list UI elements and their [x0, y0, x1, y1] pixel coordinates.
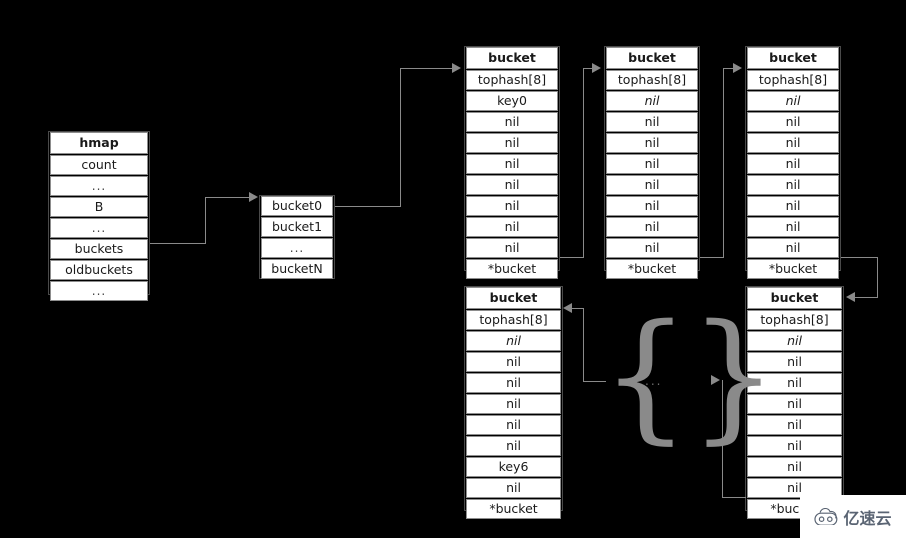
bucket-top-3-header: bucket	[747, 47, 839, 69]
connector-bucket3-to-bottomright-seg2	[877, 257, 878, 298]
bucket-top-2-header: bucket	[606, 47, 698, 69]
bucket-top-1-row-tophash: tophash[8]	[466, 70, 558, 90]
bucket-array-row-bucket0: bucket0	[261, 196, 333, 216]
bucket-array-table: bucket0 bucket1 ... bucketN	[259, 195, 335, 279]
hmap-row-ellipsis-1: ...	[50, 176, 148, 196]
bucket-top-3-row-7: nil	[747, 217, 839, 237]
diagram-canvas: hmap count ... B ... buckets oldbuckets …	[0, 0, 906, 538]
bucket-bottom-left-row-key6: key6	[466, 457, 561, 477]
watermark-text: 亿速云	[843, 508, 892, 528]
arrowhead-array-to-bucket1	[452, 63, 461, 73]
hmap-row-oldbuckets: oldbuckets	[50, 260, 148, 280]
connector-brace-to-bottomleft-seg2	[583, 308, 584, 382]
connector-array-to-bucket1-seg2	[400, 68, 401, 207]
bucket-top-2-row-tophash: tophash[8]	[606, 70, 698, 90]
group-right-brace: }	[689, 295, 779, 458]
bucket-top-3-table: bucket tophash[8] nil nil nil nil nil ni…	[745, 46, 841, 279]
bucket-bottom-left-row-8: nil	[466, 478, 561, 498]
connector-array-to-bucket1-seg1	[335, 206, 401, 207]
connector-bottomright-to-brace-seg1	[722, 497, 746, 498]
bucket-top-2-row-5: nil	[606, 175, 698, 195]
bucket-bottom-left-row-5: nil	[466, 415, 561, 435]
connector-bucket3-to-bottomright-seg1	[841, 257, 878, 258]
bucket-top-1-table: bucket tophash[8] key0 nil nil nil nil n…	[464, 46, 560, 279]
bucket-bottom-left-header: bucket	[466, 287, 561, 309]
cloud-logo-icon	[814, 508, 838, 525]
hmap-struct-table: hmap count ... B ... buckets oldbuckets …	[48, 131, 150, 301]
bucket-bottom-left-row-3: nil	[466, 373, 561, 393]
bucket-top-3-row-6: nil	[747, 196, 839, 216]
bucket-top-1-row-3: nil	[466, 133, 558, 153]
connector-hmap-to-array-seg1	[150, 243, 206, 244]
bucket-top-3-row-3: nil	[747, 133, 839, 153]
bucket-top-2-row-8: nil	[606, 238, 698, 258]
bucket-top-1-row-8: nil	[466, 238, 558, 258]
bucket-top-1-row-overflow: *bucket	[466, 259, 558, 279]
bucket-array-row-bucket1: bucket1	[261, 217, 333, 237]
bucket-bottom-left-row-tophash: tophash[8]	[466, 310, 561, 330]
bucket-bottom-left-row-overflow: *bucket	[466, 499, 561, 519]
bucket-bottom-left-row-1: nil	[466, 331, 561, 351]
bucket-bottom-right-row-7: nil	[747, 457, 842, 477]
connector-bucket2-to-bucket3-seg2	[723, 68, 724, 258]
arrowhead-brace-to-bottomleft	[563, 303, 572, 313]
bucket-top-1-header: bucket	[466, 47, 558, 69]
bucket-top-3-row-5: nil	[747, 175, 839, 195]
bucket-top-3-row-4: nil	[747, 154, 839, 174]
connector-bucket2-to-bucket3-seg3	[723, 68, 733, 69]
connector-hmap-to-array-seg3	[205, 197, 249, 198]
group-ellipsis: ...	[645, 374, 663, 388]
bucket-bottom-left-row-2: nil	[466, 352, 561, 372]
hmap-row-b: B	[50, 197, 148, 217]
bucket-top-3-row-2: nil	[747, 112, 839, 132]
bucket-top-3-row-1: nil	[747, 91, 839, 111]
hmap-row-ellipsis-3: ...	[50, 281, 148, 301]
bucket-top-1-row-4: nil	[466, 154, 558, 174]
arrowhead-bucket2-to-bucket3	[733, 63, 742, 73]
bucket-top-1-row-5: nil	[466, 175, 558, 195]
bucket-top-1-row-6: nil	[466, 196, 558, 216]
hmap-row-count: count	[50, 155, 148, 175]
bucket-bottom-left-row-4: nil	[466, 394, 561, 414]
connector-brace-to-bottomleft-seg3	[572, 308, 584, 309]
arrowhead-hmap-to-array	[249, 192, 258, 202]
bucket-array-row-ellipsis: ...	[261, 238, 333, 258]
bucket-top-3-row-overflow: *bucket	[747, 259, 839, 279]
bucket-top-2-row-7: nil	[606, 217, 698, 237]
bucket-top-2-row-3: nil	[606, 133, 698, 153]
connector-bucket1-to-bucket2-seg2	[583, 68, 584, 258]
connector-bucket2-to-bucket3-seg1	[700, 257, 724, 258]
bucket-top-2-table: bucket tophash[8] nil nil nil nil nil ni…	[604, 46, 700, 279]
connector-bucket1-to-bucket2-seg1	[560, 257, 584, 258]
bucket-bottom-left-table: bucket tophash[8] nil nil nil nil nil ni…	[464, 286, 563, 519]
bucket-top-2-row-6: nil	[606, 196, 698, 216]
bucket-top-1-row-key0: key0	[466, 91, 558, 111]
bucket-top-1-row-7: nil	[466, 217, 558, 237]
bucket-top-3-row-8: nil	[747, 238, 839, 258]
bucket-top-2-row-1: nil	[606, 91, 698, 111]
watermark: 亿速云	[800, 495, 906, 538]
bucket-top-3-row-tophash: tophash[8]	[747, 70, 839, 90]
connector-array-to-bucket1-seg3	[400, 68, 452, 69]
bucket-bottom-left-row-6: nil	[466, 436, 561, 456]
bucket-top-2-row-4: nil	[606, 154, 698, 174]
bucket-top-2-row-2: nil	[606, 112, 698, 132]
arrowhead-bucket3-to-bottomright	[846, 292, 855, 302]
hmap-row-ellipsis-2: ...	[50, 218, 148, 238]
bucket-array-row-bucketN: bucketN	[261, 259, 333, 279]
arrowhead-bucket1-to-bucket2	[592, 63, 601, 73]
bucket-top-2-row-overflow: *bucket	[606, 259, 698, 279]
connector-bucket3-to-bottomright-seg3	[855, 297, 878, 298]
hmap-row-buckets: buckets	[50, 239, 148, 259]
connector-hmap-to-array-seg2	[205, 197, 206, 244]
connector-bucket1-to-bucket2-seg3	[583, 68, 592, 69]
hmap-header: hmap	[50, 132, 148, 154]
bucket-top-1-row-2: nil	[466, 112, 558, 132]
